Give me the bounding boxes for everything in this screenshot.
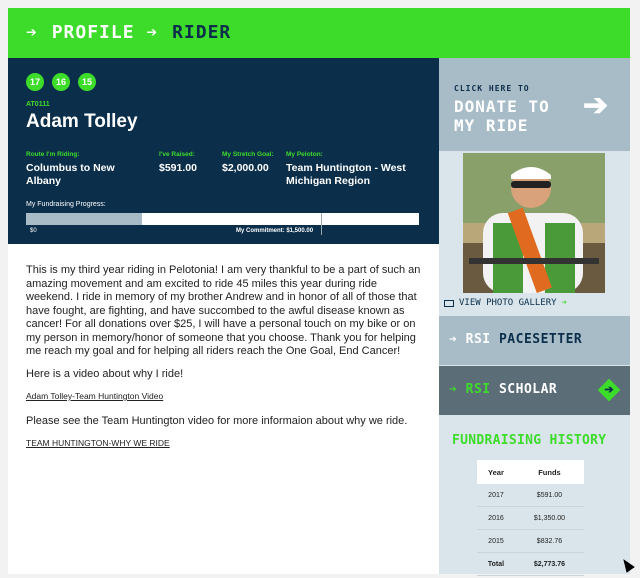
arrow-right-icon: ➔ [146, 22, 159, 43]
stretch-label: My Stretch Goal: [222, 151, 274, 158]
year-badge: 15 [78, 73, 96, 91]
year-badge: 17 [26, 73, 44, 91]
peloton-label: My Peloton: [286, 151, 323, 158]
scholar-prefix: ➔ RSI [449, 382, 491, 397]
year-cell: 2016 [477, 506, 515, 530]
total-label: Total [477, 552, 515, 576]
table-header: Year Funds [477, 460, 584, 484]
progress-label: My Fundraising Progress: [26, 201, 106, 208]
donate-line: DONATE TO [454, 97, 550, 116]
progress-bar [26, 213, 419, 235]
sidebar: CLICK HERE TO DONATE TO MY RIDE ➔ VIEW P… [439, 58, 630, 576]
year-cell: 2017 [477, 484, 515, 507]
rider-summary-panel: 17 16 15 AT0111 Adam Tolley Route I'm Ri… [8, 58, 439, 244]
total-funds: $2,773.76 [514, 552, 584, 576]
table-row: 2017 $591.00 [477, 484, 584, 507]
donate-line: MY RIDE [454, 116, 529, 135]
rider-name: Adam Tolley [26, 111, 138, 132]
funds-cell: $1,350.00 [514, 506, 584, 530]
column-header: Funds [514, 460, 584, 484]
progress-fill [26, 213, 142, 225]
peloton-value[interactable]: Team Huntington - West Michigan Region [286, 162, 426, 188]
top-nav-bar: ➔ PROFILE ➔ RIDER [8, 8, 630, 58]
arrow-right-icon: ➔ [26, 22, 38, 43]
raised-stat: I've Raised: $591.00 [159, 151, 219, 175]
rider-photo-image [463, 153, 605, 293]
pacesetter-prefix: ➔ RSI [449, 332, 491, 347]
route-stat: Route I'm Riding: Columbus to New Albany [26, 151, 151, 188]
total-row: Total $2,773.76 [477, 552, 584, 576]
gallery-label: VIEW PHOTO GALLERY [459, 298, 557, 308]
breadcrumb-profile[interactable]: PROFILE [52, 22, 135, 43]
table-row: 2016 $1,350.00 [477, 506, 584, 530]
funds-cell: $832.76 [514, 529, 584, 553]
funds-cell: $591.00 [514, 484, 584, 507]
donate-button[interactable]: CLICK HERE TO DONATE TO MY RIDE ➔ [439, 58, 630, 151]
rider-story: This is my third year riding in Pelotoni… [26, 264, 426, 462]
peloton-stat: My Peloton: Team Huntington - West Michi… [286, 151, 426, 188]
breadcrumb-rider: RIDER [172, 22, 232, 43]
video-link[interactable]: Adam Tolley-Team Huntington Video [26, 390, 426, 404]
fundraising-history-table: Year Funds 2017 $591.00 2016 $1,350.00 2… [477, 460, 584, 576]
rsi-pacesetter-button[interactable]: ➔ RSI PACESETTER [439, 316, 630, 365]
commitment-marker [321, 213, 322, 235]
raised-label: I've Raised: [159, 151, 195, 158]
arrow-right-icon: ➔ [583, 89, 609, 122]
breadcrumb: ➔ PROFILE ➔ RIDER [26, 22, 231, 43]
why-we-ride-link[interactable]: TEAM HUNTINGTON-WHY WE RIDE [26, 437, 426, 451]
route-label: Route I'm Riding: [26, 151, 80, 158]
monitor-icon [444, 299, 454, 307]
stretch-stat: My Stretch Goal: $2,000.00 [222, 151, 284, 175]
route-value: Columbus to New Albany [26, 162, 115, 187]
story-paragraph: Please see the Team Huntington video for… [26, 414, 408, 427]
rider-photo[interactable] [463, 153, 605, 293]
page-frame: ➔ PROFILE ➔ RIDER 17 16 15 AT0111 Adam T… [8, 8, 630, 576]
fundraising-history-title: FUNDRAISING HISTORY [452, 433, 607, 448]
stretch-value: $2,000.00 [222, 162, 269, 174]
story-paragraph: Here is a video about why I ride! [26, 367, 184, 380]
story-paragraph: This is my third year riding in Pelotoni… [26, 264, 421, 357]
arrow-right-icon: ➔ [604, 384, 614, 396]
commitment-label: My Commitment: $1,500.00 [236, 228, 314, 234]
rsi-scholar-button[interactable]: ➔ RSI SCHOLAR ➔ [439, 366, 630, 415]
column-header: Year [477, 460, 515, 484]
scholar-label: SCHOLAR [498, 382, 558, 397]
table-row: 2015 $832.76 [477, 529, 584, 553]
year-badges: 17 16 15 [26, 73, 96, 91]
raised-value: $591.00 [159, 162, 197, 174]
donate-big-label: DONATE TO MY RIDE [454, 97, 550, 135]
arrow-right-icon: ➔ [561, 298, 567, 308]
donate-small-label: CLICK HERE TO [454, 84, 530, 93]
rider-id: AT0111 [26, 101, 50, 108]
arrow-diamond-icon: ➔ [597, 378, 621, 402]
pacesetter-label: PACESETTER [498, 332, 583, 347]
progress-start: $0 [30, 228, 37, 234]
year-cell: 2015 [477, 529, 515, 553]
view-photo-gallery-link[interactable]: VIEW PHOTO GALLERY ➔ [444, 298, 567, 308]
year-badge: 16 [52, 73, 70, 91]
